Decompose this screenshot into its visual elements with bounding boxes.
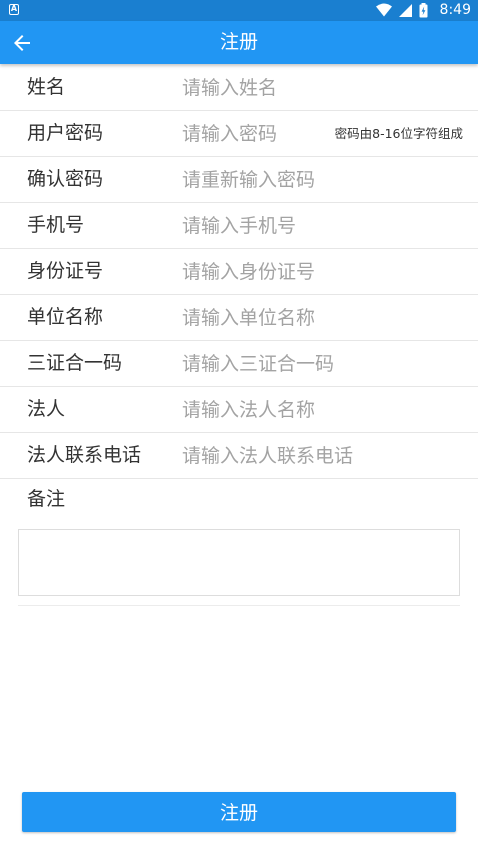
notification-icon: A	[9, 4, 19, 15]
credit-code-field[interactable]	[182, 347, 452, 380]
battery-icon	[419, 3, 428, 18]
clock: 8:49	[439, 2, 471, 18]
phone-field[interactable]	[182, 209, 452, 242]
legal-person-row: 法人	[0, 387, 478, 433]
password-row: 用户密码 密码由8-16位字符组成	[0, 111, 478, 157]
register-button[interactable]: 注册	[22, 792, 456, 832]
legal-person-phone-label: 法人联系电话	[27, 444, 142, 466]
phone-label: 手机号	[27, 214, 85, 236]
name-field[interactable]	[182, 71, 452, 104]
legal-person-label: 法人	[27, 398, 66, 420]
id-number-label: 身份证号	[27, 260, 104, 282]
credit-code-row: 三证合一码	[0, 341, 478, 387]
wifi-icon	[375, 3, 392, 17]
company-name-row: 单位名称	[0, 295, 478, 341]
name-label: 姓名	[27, 76, 66, 98]
phone-row: 手机号	[0, 203, 478, 249]
company-name-label: 单位名称	[27, 306, 104, 328]
password-field[interactable]	[182, 117, 317, 150]
divider	[18, 605, 460, 606]
remark-label: 备注	[27, 488, 66, 510]
signal-icon	[398, 4, 412, 17]
company-name-field[interactable]	[182, 301, 452, 334]
legal-person-field[interactable]	[182, 393, 452, 426]
id-number-row: 身份证号	[0, 249, 478, 295]
confirm-password-row: 确认密码	[0, 157, 478, 203]
status-icons	[374, 3, 428, 18]
password-hint: 密码由8-16位字符组成	[334, 126, 463, 141]
remark-field[interactable]	[18, 529, 460, 596]
legal-person-phone-row: 法人联系电话	[0, 433, 478, 479]
status-bar: A 8:49	[0, 0, 478, 21]
id-number-field[interactable]	[182, 255, 452, 288]
credit-code-label: 三证合一码	[27, 352, 123, 374]
confirm-password-field[interactable]	[182, 163, 452, 196]
register-form: 姓名 用户密码 密码由8-16位字符组成 确认密码 手机号 身份证号 单位名称 …	[0, 65, 478, 479]
app-bar: 注册	[0, 21, 478, 64]
confirm-password-label: 确认密码	[27, 168, 104, 190]
page-title: 注册	[219, 31, 258, 53]
name-row: 姓名	[0, 65, 478, 111]
legal-person-phone-field[interactable]	[182, 439, 452, 472]
password-label: 用户密码	[27, 122, 104, 144]
